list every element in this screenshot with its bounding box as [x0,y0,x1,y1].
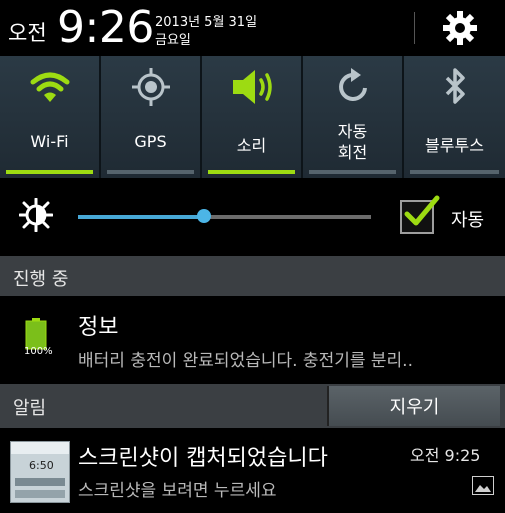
toggle-indicator [107,170,194,174]
notifications-section-title: 알림 [13,398,47,419]
toggle-indicator [208,170,295,174]
gps-icon [132,68,170,106]
settings-button[interactable] [440,8,480,48]
toggle-indicator [6,170,93,174]
toggle-indicator [309,170,396,174]
clear-button-label: 지우기 [389,397,440,418]
toggle-bluetooth[interactable]: 블루투스 [404,56,505,178]
toggle-label: 소리 [236,136,267,155]
wifi-icon [30,72,70,102]
bluetooth-icon [445,68,465,104]
notification-title: 스크린샷이 캡처되었습니다 [78,446,328,471]
ongoing-text: 배터리 충전이 완료되었습니다. 충전기를 분리.. [78,351,413,371]
sound-icon [233,70,272,104]
brightness-slider-fill [78,215,204,219]
notification-time: 오전 9:25 [410,446,481,465]
ongoing-title: 정보 [78,315,119,340]
gear-icon [443,11,477,45]
battery-percent: 100% [24,346,53,357]
notification-text: 스크린샷을 보려면 누르세요 [78,481,277,501]
header-divider [414,12,415,44]
thumbnail-time: 6:50 [29,459,54,472]
toggle-auto-rotate[interactable]: 자동 회전 [303,56,404,178]
screenshot-thumbnail: 6:50 [10,441,70,503]
status-weekday: 금요일 [155,33,191,48]
clock-time: 9:26 [57,2,154,53]
brightness-slider-thumb[interactable] [196,209,211,223]
auto-brightness-checkbox[interactable] [400,195,440,234]
checkmark-icon [404,195,440,226]
toggle-gps[interactable]: GPS [101,56,202,178]
toggle-indicator [410,170,499,174]
ongoing-section-title: 진행 중 [13,269,69,290]
clock-ampm: 오전 [8,21,47,45]
brightness-icon [19,198,53,232]
toggle-sound[interactable]: 소리 [202,56,303,178]
rotate-icon [339,68,367,101]
quick-settings-panel: Wi-Fi GPS 소리 자동 회전 블루투스 [0,56,505,178]
toggle-label: 블루투스 [425,136,484,155]
toggle-label: Wi-Fi [30,132,69,151]
status-date: 2013년 5월 31일 [155,15,258,30]
auto-brightness-label: 자동 [451,210,485,231]
toggle-wifi[interactable]: Wi-Fi [0,56,101,178]
ongoing-section-header [0,256,505,296]
toggle-label: 자동 회전 [337,122,368,162]
toggle-label: GPS [134,132,167,151]
clear-button[interactable]: 지우기 [327,386,500,426]
gallery-icon [472,476,494,495]
